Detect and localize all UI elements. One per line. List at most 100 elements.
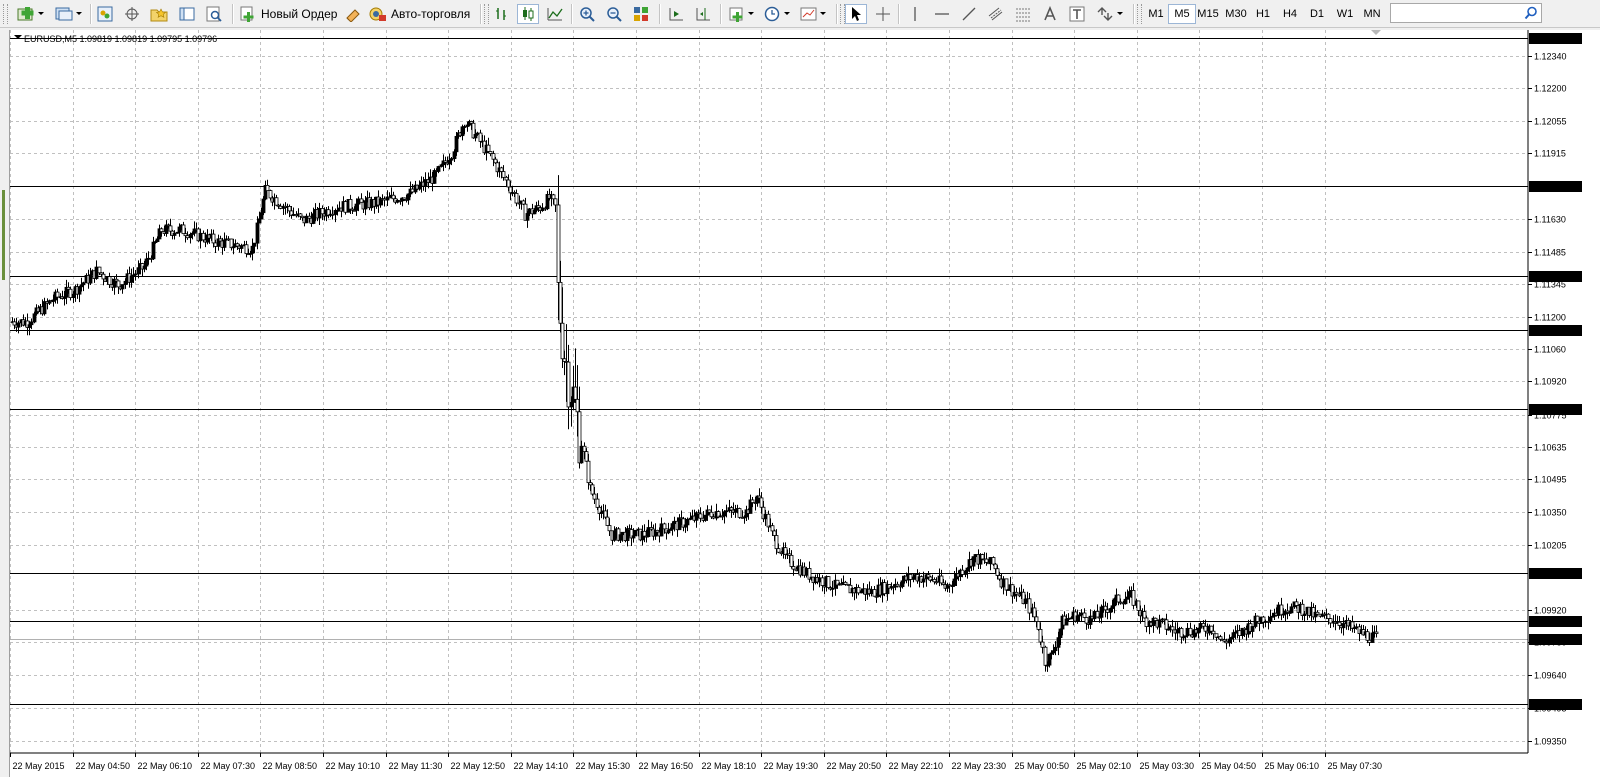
autotrading-label: Авто-торговля xyxy=(391,7,471,21)
periods-button[interactable] xyxy=(762,4,794,24)
timeframe-w1[interactable]: W1 xyxy=(1331,4,1359,24)
candle-body xyxy=(595,498,600,508)
candle-body xyxy=(1201,623,1206,627)
profiles-button[interactable] xyxy=(52,4,86,24)
search-box[interactable] xyxy=(1390,3,1542,23)
data-window-button[interactable] xyxy=(121,4,143,24)
candle-body xyxy=(354,203,359,211)
candle-body xyxy=(1116,594,1121,603)
equidistant-channel-tool-button[interactable] xyxy=(985,4,1007,24)
candle-body xyxy=(921,578,926,583)
arrows-tool-button[interactable] xyxy=(1093,4,1127,24)
candle-body xyxy=(81,282,86,286)
candle-body xyxy=(499,167,504,172)
candle-body xyxy=(391,194,396,200)
level-price-label: 1.09874 xyxy=(1534,617,1567,627)
candle-body xyxy=(320,208,325,215)
time-tick-label: 22 May 10:10 xyxy=(326,761,381,771)
price-chart[interactable]: 1.12340 1.12200 1.12055 1.11915 1.11630 1.114… xyxy=(10,30,1600,777)
new-order-button[interactable]: Новый Ордер xyxy=(238,4,338,24)
price-tick-label: 1.10495 xyxy=(1534,475,1567,485)
candle-body xyxy=(432,170,437,184)
time-tick-label: 22 May 12:50 xyxy=(451,761,506,771)
candle-body xyxy=(1127,591,1132,598)
autotrading-icon xyxy=(369,7,386,21)
new-chart-icon xyxy=(17,7,44,21)
bar-chart-button[interactable] xyxy=(490,4,512,24)
candle-body xyxy=(317,208,322,219)
templates-button[interactable] xyxy=(798,4,830,24)
timeframe-d1[interactable]: D1 xyxy=(1303,4,1331,24)
chart-header: EURUSD,M5 1.09819 1.09819 1.09795 1.0979… xyxy=(14,34,217,44)
candle-body xyxy=(55,291,60,298)
candle-body xyxy=(129,275,134,283)
candle-body xyxy=(32,313,37,323)
time-tick-label: 22 May 04:50 xyxy=(76,761,131,771)
candle-body xyxy=(159,228,164,232)
timeframe-h4[interactable]: H4 xyxy=(1276,4,1304,24)
candle-body xyxy=(198,232,203,242)
candle-body xyxy=(514,193,519,204)
timeframe-mn[interactable]: MN xyxy=(1358,4,1386,24)
candle-body xyxy=(1066,618,1071,620)
horizontal-line-tool-button[interactable] xyxy=(931,4,953,24)
cursor-tool-button[interactable] xyxy=(845,4,867,24)
tile-windows-button[interactable] xyxy=(630,4,652,24)
chart-window[interactable]: 1.12340 1.12200 1.12055 1.11915 1.11630 1.114… xyxy=(10,30,1600,777)
candlestick-chart-button[interactable] xyxy=(517,4,539,24)
candle-body xyxy=(406,193,411,201)
candle-body xyxy=(830,587,835,590)
toolbar: Новый Ордер Авто-торговля M1 M5 M15 M30 … xyxy=(0,0,1600,28)
timeframe-m1[interactable]: M1 xyxy=(1142,4,1170,24)
candle-body xyxy=(1354,626,1359,629)
text-tool-button[interactable] xyxy=(1039,4,1061,24)
timeframe-m5[interactable]: M5 xyxy=(1168,4,1196,24)
candle-body xyxy=(988,557,993,565)
candle-body xyxy=(1105,609,1110,613)
line-chart-button[interactable] xyxy=(544,4,566,24)
candle-body xyxy=(774,535,779,550)
toolbar-grip[interactable] xyxy=(3,4,8,24)
auto-scroll-button[interactable] xyxy=(665,4,687,24)
level-price-label: 1.11380 xyxy=(1534,272,1566,282)
candlestick-icon xyxy=(523,7,534,21)
candle-body xyxy=(42,301,47,315)
candle-body xyxy=(462,126,467,128)
indicators-button[interactable] xyxy=(726,4,758,24)
vertical-line-tool-button[interactable] xyxy=(904,4,926,24)
autotrading-button[interactable]: Авто-торговля xyxy=(368,4,474,24)
strategy-tester-button[interactable] xyxy=(203,4,225,24)
candle-body xyxy=(1170,626,1175,631)
candle-body xyxy=(226,238,231,241)
new-chart-button[interactable] xyxy=(14,4,48,24)
time-tick-label: 25 May 00:50 xyxy=(1015,761,1070,771)
timeframe-h1[interactable]: H1 xyxy=(1249,4,1277,24)
search-input[interactable] xyxy=(1393,5,1522,23)
candle-body xyxy=(869,589,874,595)
candle-body xyxy=(1058,628,1063,639)
candle-body xyxy=(136,267,141,275)
zoom-out-button[interactable] xyxy=(603,4,625,24)
candle-body xyxy=(685,519,690,526)
chart-shift-button[interactable] xyxy=(692,4,714,24)
trendline-tool-button[interactable] xyxy=(958,4,980,24)
candle-body xyxy=(1092,611,1097,620)
navigator-button[interactable] xyxy=(148,4,170,24)
candle-body xyxy=(1179,628,1184,638)
zoom-in-button[interactable] xyxy=(576,4,598,24)
crosshair-tool-button[interactable] xyxy=(872,4,894,24)
chart-shift-icon xyxy=(696,8,710,21)
terminal-button[interactable] xyxy=(176,4,198,24)
metaeditor-button[interactable] xyxy=(342,4,364,24)
candle-body xyxy=(900,580,905,587)
candle-body xyxy=(590,484,595,495)
timeframe-m30[interactable]: M30 xyxy=(1222,4,1250,24)
terminal-window-icon xyxy=(179,7,195,21)
search-icon[interactable] xyxy=(1524,6,1538,20)
timeframe-m15[interactable]: M15 xyxy=(1194,4,1222,24)
fibonacci-tool-button[interactable] xyxy=(1012,4,1034,24)
text-label-tool-button[interactable] xyxy=(1066,4,1088,24)
candle-body xyxy=(239,245,244,249)
market-watch-button[interactable] xyxy=(94,4,116,24)
chart-grid xyxy=(10,30,1528,753)
